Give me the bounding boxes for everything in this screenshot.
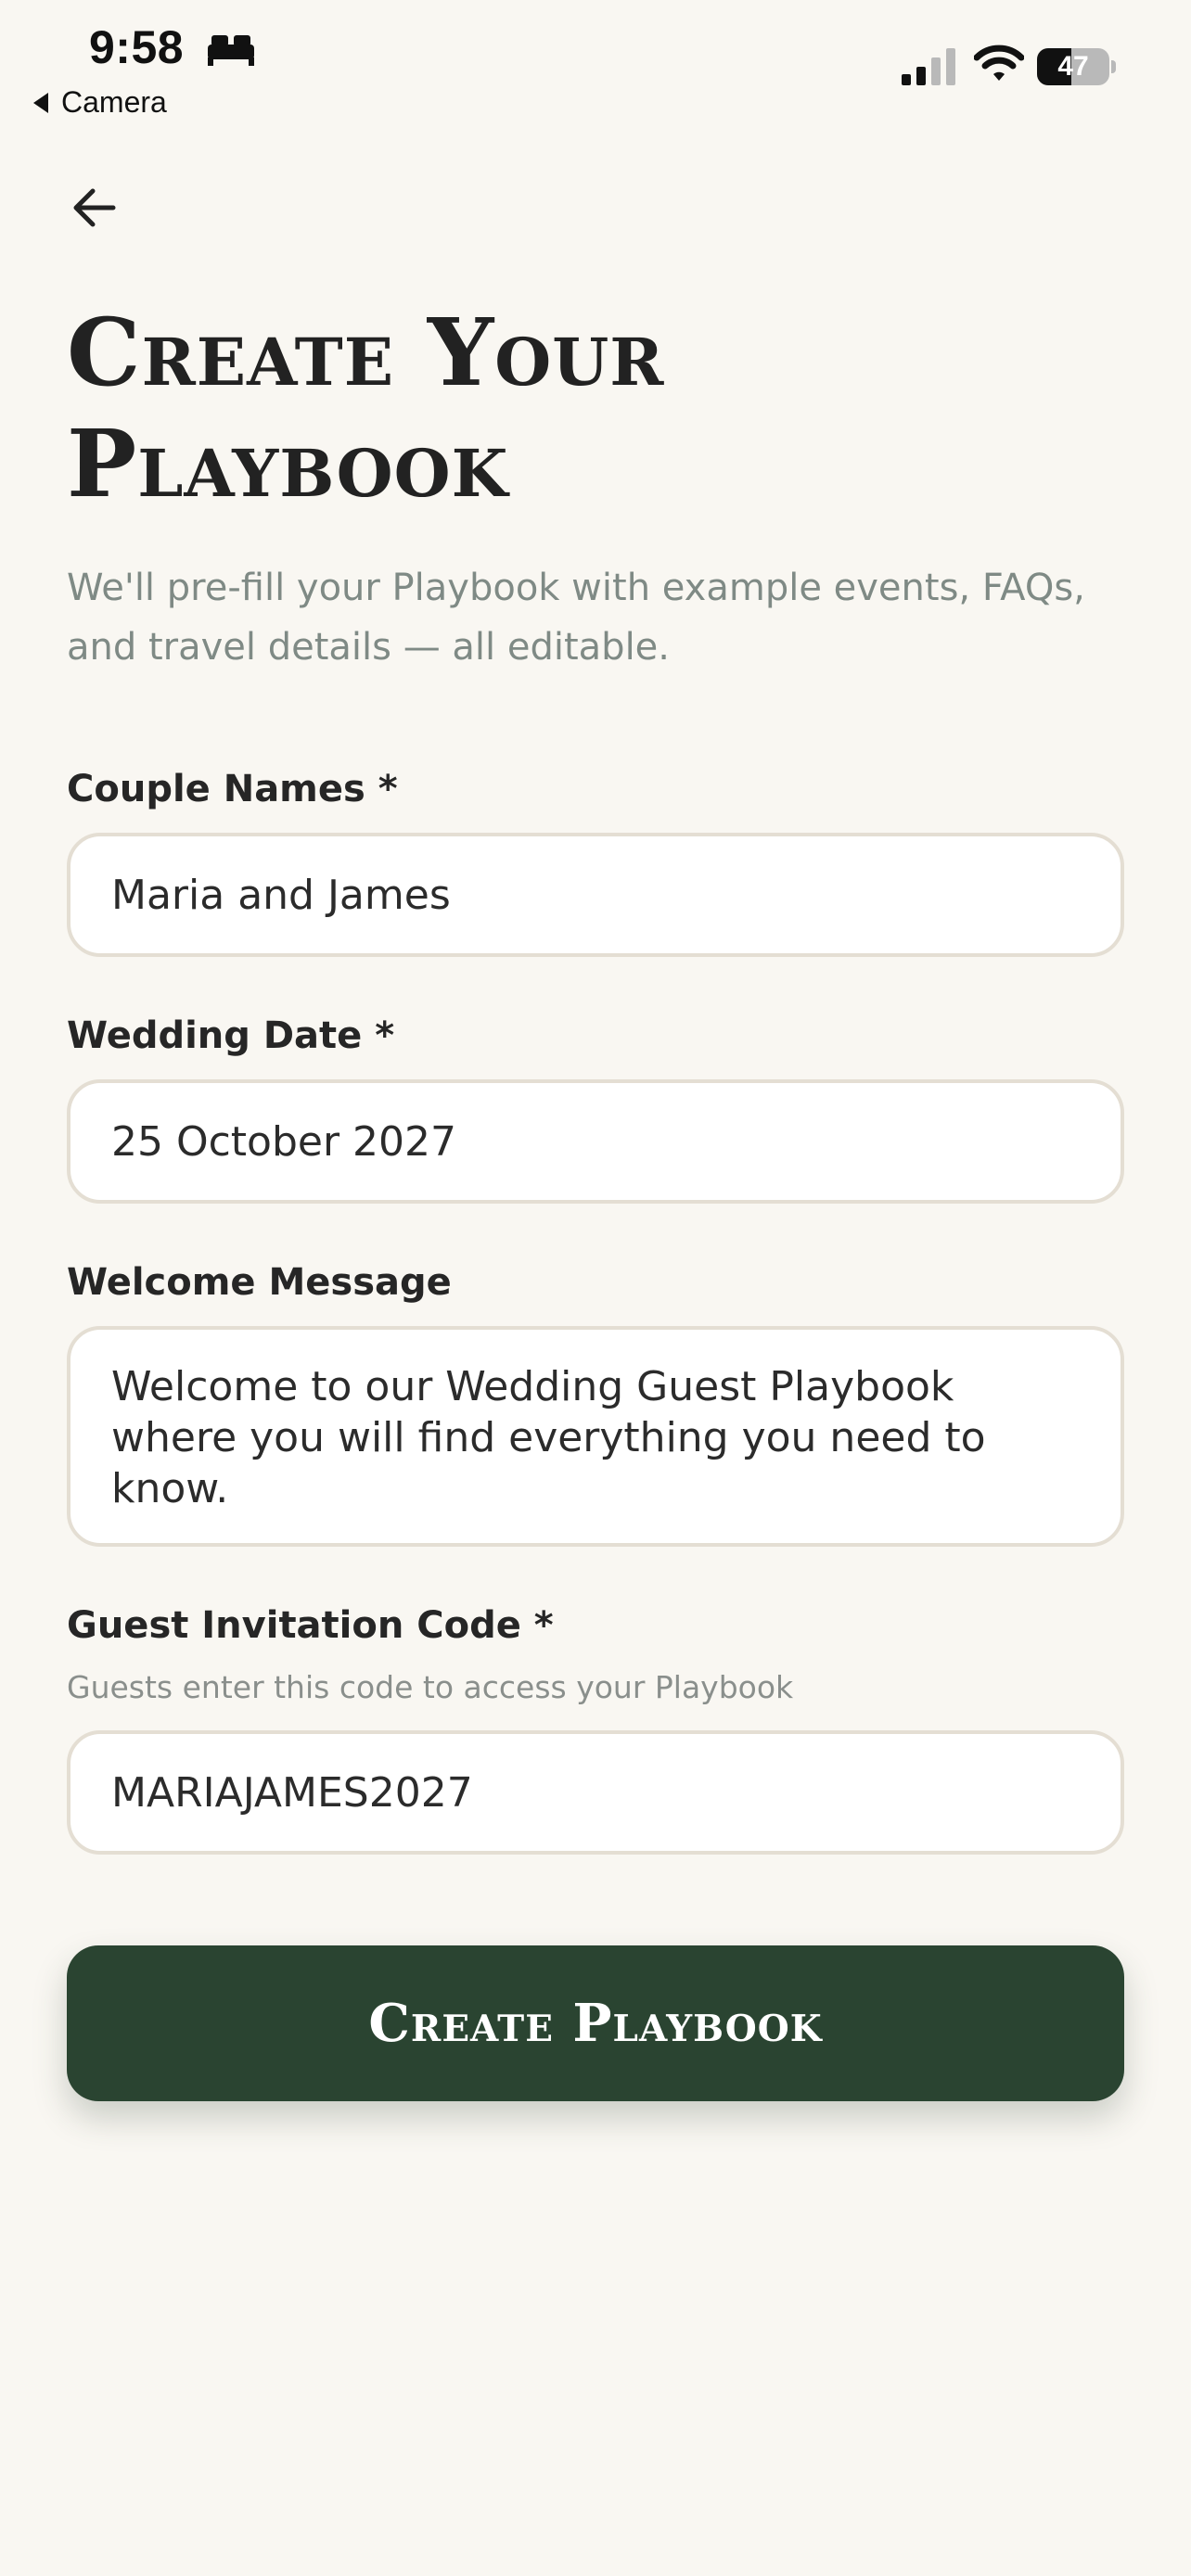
invitation-code-input[interactable] <box>111 1768 1080 1817</box>
couple-names-input[interactable] <box>111 871 1080 919</box>
back-triangle-icon <box>33 92 48 113</box>
invitation-code-hint: Guests enter this code to access your Pl… <box>67 1669 794 1705</box>
page-title-line-2: Playbook <box>67 409 509 518</box>
wifi-icon <box>974 45 1024 81</box>
welcome-message-textarea[interactable] <box>111 1361 1080 1528</box>
create-playbook-screen: 9:58 Camera 47 Create Your Playbook We'l… <box>0 0 1191 2576</box>
back-to-camera-link[interactable]: Camera <box>33 85 167 120</box>
battery-cap <box>1111 60 1116 73</box>
cellular-signal-icon <box>902 48 955 85</box>
page-title: Create Your Playbook <box>67 297 1124 519</box>
page-title-line-1: Create Your <box>67 298 665 407</box>
couple-names-field-container <box>67 833 1124 957</box>
wedding-date-input[interactable] <box>111 1117 1080 1166</box>
arrow-left-icon[interactable] <box>67 178 126 237</box>
invitation-code-field-container <box>67 1730 1124 1855</box>
bed-icon <box>208 35 254 66</box>
page-subtitle: We'll pre-fill your Playbook with exampl… <box>67 567 1085 669</box>
couple-names-label: Couple Names * <box>67 768 398 810</box>
invitation-code-label: Guest Invitation Code * <box>67 1604 554 1647</box>
battery-indicator: 47 <box>1037 48 1116 85</box>
welcome-message-field-container <box>67 1326 1124 1547</box>
back-app-label: Camera <box>61 85 167 119</box>
status-time: 9:58 <box>89 21 185 73</box>
welcome-message-label: Welcome Message <box>67 1261 452 1304</box>
wedding-date-field-container <box>67 1079 1124 1204</box>
battery-body: 47 <box>1037 48 1109 85</box>
wedding-date-label: Wedding Date * <box>67 1014 395 1057</box>
battery-level: 47 <box>1057 51 1089 82</box>
create-playbook-button[interactable]: Create Playbook <box>67 1945 1124 2101</box>
